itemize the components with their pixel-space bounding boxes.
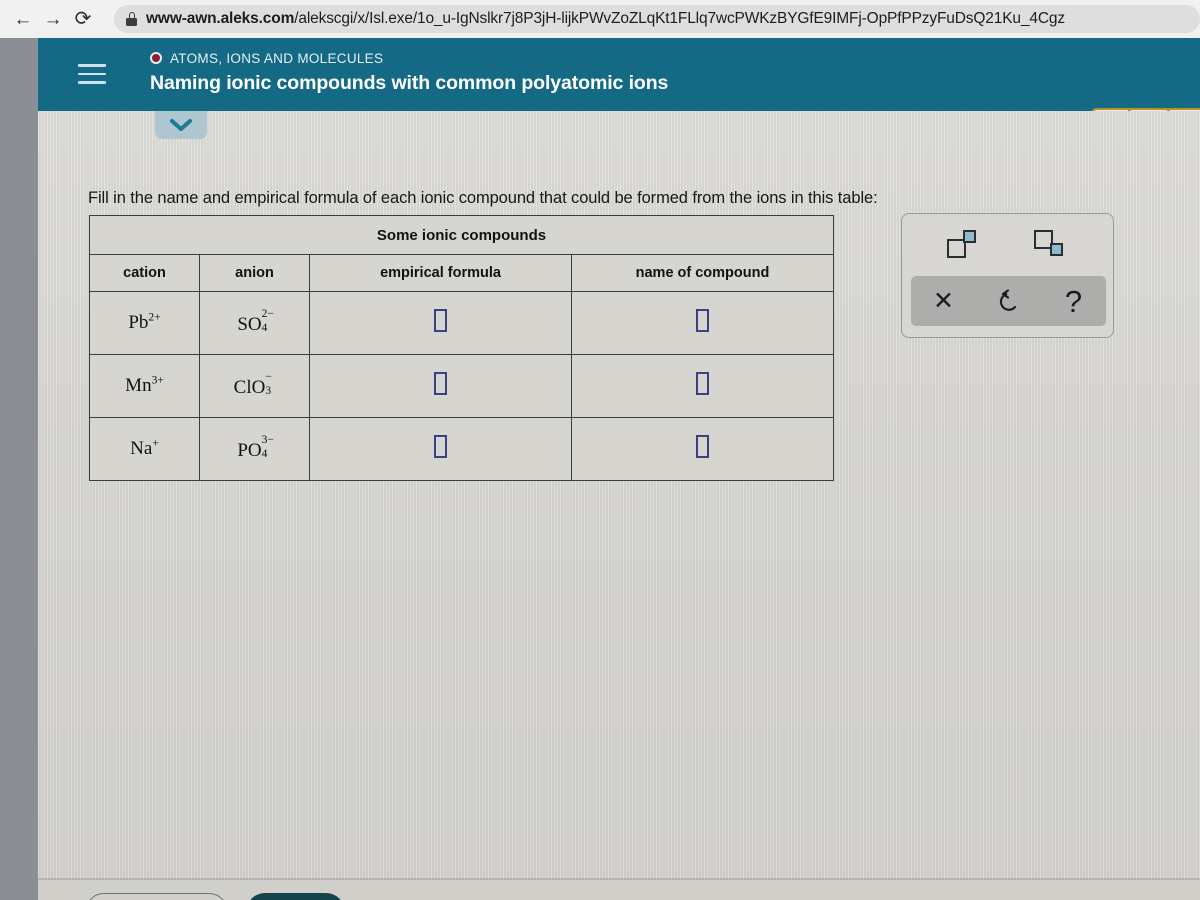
back-icon[interactable]: ←: [8, 4, 38, 34]
cation-formula: Na+: [130, 437, 159, 459]
browser-toolbar: ← → ⟳ www-awn.aleks.com/alekscgi/x/Isl.e…: [0, 0, 1200, 38]
superscript-button[interactable]: [946, 230, 981, 260]
app-header: ATOMS, IONS AND MOLECULES Naming ionic c…: [38, 38, 1200, 123]
hamburger-menu-icon[interactable]: [78, 64, 106, 84]
topic-label: ATOMS, IONS AND MOLECULES: [170, 50, 384, 66]
table-caption-row: Some ionic compounds: [89, 215, 834, 255]
empirical-formula-input[interactable]: [434, 435, 447, 458]
empirical-formula-cell[interactable]: [309, 291, 572, 355]
cation-formula: Mn3+: [125, 374, 164, 396]
cation-cell: Pb2+: [89, 291, 200, 355]
column-header-name-of-compound: name of compound: [571, 254, 834, 292]
empirical-formula-input[interactable]: [434, 372, 447, 395]
page-title: Naming ionic compounds with common polya…: [150, 72, 669, 94]
undo-icon: [999, 289, 1016, 311]
url-text: www-awn.aleks.com/alekscgi/x/Isl.exe/1o_…: [146, 10, 1065, 28]
clear-button[interactable]: ✕: [922, 279, 966, 323]
cation-cell: Mn3+: [89, 354, 200, 418]
topic-dot-icon: [150, 52, 162, 64]
table-body: Pb2+ SO 2− 4 Mn3+ ClO − 3 Na+ PO 3− 4: [89, 291, 834, 481]
table-row: Mn3+ ClO −3: [89, 354, 834, 418]
check-button[interactable]: Check: [246, 893, 346, 900]
screen-root: ← → ⟳ www-awn.aleks.com/alekscgi/x/Isl.e…: [0, 0, 1200, 900]
topic-breadcrumb: ATOMS, IONS AND MOLECULES: [150, 50, 668, 66]
tool-button-row: ✕ ?: [911, 276, 1106, 326]
explanation-button[interactable]: Explanation: [85, 893, 228, 900]
forward-icon[interactable]: →: [38, 4, 68, 34]
anion-cell: SO 2− 4: [199, 291, 310, 355]
table-caption: Some ionic compounds: [89, 215, 834, 255]
anion-formula: ClO −3: [233, 370, 272, 398]
collapse-toggle[interactable]: [155, 111, 207, 139]
lock-icon: [126, 12, 137, 26]
url-path: /alekscgi/x/Isl.exe/1o_u-IgNslkr7j8P3jH-…: [294, 10, 1065, 27]
help-button[interactable]: ?: [1052, 279, 1096, 323]
anion-formula: PO 3− 4: [237, 433, 274, 461]
column-header-anion: anion: [199, 254, 310, 292]
script-button-row: [902, 230, 1113, 260]
column-header-empirical-formula: empirical formula: [309, 254, 572, 292]
instruction-text: Fill in the name and empirical formula o…: [88, 189, 878, 207]
footer-bar: Explanation Check: [38, 880, 1200, 900]
table-head: Some ionic compounds cation anion empiri…: [89, 215, 834, 292]
table-row: Pb2+ SO 2− 4: [89, 291, 834, 355]
anion-cell: ClO −3: [199, 354, 310, 418]
address-bar[interactable]: www-awn.aleks.com/alekscgi/x/Isl.exe/1o_…: [114, 5, 1200, 33]
math-toolbar-panel: ✕ ?: [901, 213, 1114, 338]
column-header-cation: cation: [89, 254, 200, 292]
name-of-compound-input[interactable]: [696, 372, 709, 395]
name-of-compound-cell[interactable]: [571, 354, 834, 418]
content-sheet: Fill in the name and empirical formula o…: [38, 111, 1200, 878]
superscript-script-box-icon: [962, 230, 976, 243]
empirical-formula-cell[interactable]: [309, 354, 572, 418]
left-gutter: [0, 38, 38, 900]
empirical-formula-cell[interactable]: [309, 417, 572, 481]
reload-icon[interactable]: ⟳: [68, 4, 98, 34]
name-of-compound-input[interactable]: [696, 435, 709, 458]
anion-formula: SO 2− 4: [237, 307, 274, 335]
anion-cell: PO 3− 4: [199, 417, 310, 481]
header-text-block: ATOMS, IONS AND MOLECULES Naming ionic c…: [150, 50, 668, 95]
subscript-button[interactable]: [1034, 230, 1068, 260]
empirical-formula-input[interactable]: [434, 309, 447, 332]
subscript-script-box-icon: [1050, 243, 1064, 256]
cation-formula: Pb2+: [128, 311, 161, 333]
page-viewport: ATOMS, IONS AND MOLECULES Naming ionic c…: [0, 38, 1200, 900]
undo-button[interactable]: [987, 279, 1031, 323]
ionic-compounds-table: Some ionic compounds cation anion empiri…: [89, 215, 834, 481]
cation-cell: Na+: [89, 417, 200, 481]
name-of-compound-cell[interactable]: [571, 417, 834, 481]
table-header-row: cation anion empirical formula name of c…: [89, 254, 834, 292]
url-host: www-awn.aleks.com: [146, 10, 295, 27]
name-of-compound-input[interactable]: [696, 309, 709, 332]
table-row: Na+ PO 3− 4: [89, 417, 834, 481]
chevron-down-icon: [170, 119, 192, 131]
name-of-compound-cell[interactable]: [571, 291, 834, 355]
